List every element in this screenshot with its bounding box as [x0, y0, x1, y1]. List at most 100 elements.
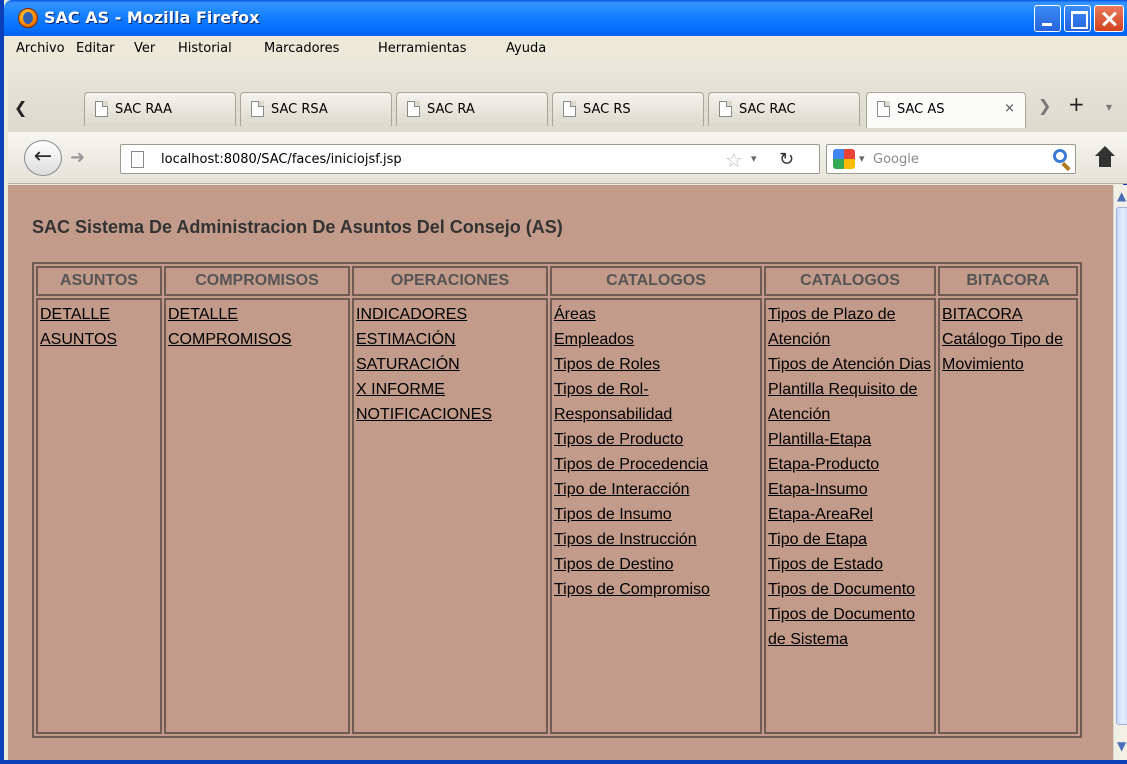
link-x-informe[interactable]: X INFORME: [356, 377, 544, 402]
link-tipos-de-rol-responsabilidad[interactable]: Tipos de Rol-Responsabilidad: [554, 377, 758, 427]
link-tipos-de-instruccion[interactable]: Tipos de Instrucción: [554, 527, 758, 552]
home-icon[interactable]: [1092, 146, 1118, 172]
vertical-scrollbar[interactable]: ▲ ▼: [1113, 185, 1127, 760]
link-etapa-arearel[interactable]: Etapa-AreaRel: [768, 502, 932, 527]
link-detalle-asuntos[interactable]: DETALLE ASUNTOS: [40, 302, 158, 352]
scrollbar-thumb[interactable]: [1116, 207, 1127, 725]
link-plantilla-etapa[interactable]: Plantilla-Etapa: [768, 427, 932, 452]
url-dropdown-icon[interactable]: ▾: [751, 152, 757, 165]
links-compromisos: DETALLE COMPROMISOS: [164, 298, 350, 734]
link-tipos-de-atencion-dias[interactable]: Tipos de Atención Dias: [768, 352, 932, 377]
header-bitacora: BITACORA: [938, 266, 1078, 296]
new-tab-icon[interactable]: +: [1068, 92, 1085, 116]
tab-list-icon[interactable]: ▾: [1106, 100, 1112, 114]
tab-strip: ❮ SAC RAA SAC RSA SAC RA SAC RS SAC RAC …: [8, 62, 1127, 132]
page-icon: [131, 151, 144, 168]
header-asuntos: ASUNTOS: [36, 266, 162, 296]
link-tipos-de-documento[interactable]: Tipos de Documento: [768, 577, 932, 602]
search-engine-dropdown-icon[interactable]: ▾: [859, 152, 865, 165]
tab-sac-rsa[interactable]: SAC RSA: [240, 92, 392, 126]
navigation-toolbar: ← ➜ localhost:8080/SAC/faces/iniciojsf.j…: [8, 132, 1127, 184]
link-empleados[interactable]: Empleados: [554, 327, 758, 352]
link-tipos-de-estado[interactable]: Tipos de Estado: [768, 552, 932, 577]
link-areas[interactable]: Áreas: [554, 302, 758, 327]
link-etapa-insumo[interactable]: Etapa-Insumo: [768, 477, 932, 502]
link-tipos-de-plazo-de-atencion[interactable]: Tipos de Plazo de Atención: [768, 302, 932, 352]
reload-icon[interactable]: ↻: [779, 149, 794, 170]
link-indicadores[interactable]: INDICADORES: [356, 302, 544, 327]
menu-ayuda[interactable]: Ayuda: [506, 41, 546, 56]
link-estimacion[interactable]: ESTIMACIÓN: [356, 327, 544, 352]
link-tipo-de-etapa[interactable]: Tipo de Etapa: [768, 527, 932, 552]
back-button[interactable]: ←: [24, 140, 62, 176]
bookmark-star-icon[interactable]: ☆: [725, 148, 743, 172]
links-asuntos: DETALLE ASUNTOS: [36, 298, 162, 734]
tab-label: SAC RAC: [739, 102, 796, 117]
address-bar[interactable]: localhost:8080/SAC/faces/iniciojsf.jsp ☆…: [120, 144, 820, 174]
link-tipos-de-documento-de-sistema[interactable]: Tipos de Documento de Sistema: [768, 602, 932, 652]
close-window-button[interactable]: [1094, 5, 1124, 32]
link-tipos-de-destino[interactable]: Tipos de Destino: [554, 552, 758, 577]
scroll-up-icon[interactable]: ▲: [1117, 189, 1126, 203]
link-catalogo-tipo-de-movimiento[interactable]: Catálogo Tipo de Movimiento: [942, 327, 1074, 377]
document-icon: [407, 101, 420, 117]
tab-label: SAC RAA: [115, 102, 173, 117]
document-icon: [719, 101, 732, 117]
menu-editar[interactable]: Editar: [76, 41, 115, 56]
search-box[interactable]: ▾ Google: [826, 144, 1076, 174]
link-etapa-producto[interactable]: Etapa-Producto: [768, 452, 932, 477]
forward-button[interactable]: ➜: [70, 147, 85, 168]
links-catalogos: Áreas Empleados Tipos de Roles Tipos de …: [550, 298, 762, 734]
tab-sac-raa[interactable]: SAC RAA: [84, 92, 236, 126]
document-icon: [251, 101, 264, 117]
links-operaciones: INDICADORES ESTIMACIÓN SATURACIÓN X INFO…: [352, 298, 548, 734]
document-icon: [95, 101, 108, 117]
browser-window: SAC AS - Mozilla Firefox Archivo Editar …: [0, 0, 1127, 764]
tab-sac-ra[interactable]: SAC RA: [396, 92, 548, 126]
link-tipo-de-interaccion[interactable]: Tipo de Interacción: [554, 477, 758, 502]
link-tipos-de-roles[interactable]: Tipos de Roles: [554, 352, 758, 377]
link-plantilla-requisito-de-atencion[interactable]: Plantilla Requisito de Atención: [768, 377, 932, 427]
scroll-down-icon[interactable]: ▼: [1117, 739, 1126, 753]
link-tipos-de-procedencia[interactable]: Tipos de Procedencia: [554, 452, 758, 477]
links-bitacora: BITACORA Catálogo Tipo de Movimiento: [938, 298, 1078, 734]
close-tab-icon[interactable]: ×: [1004, 101, 1015, 116]
menu-table: ASUNTOS COMPROMISOS OPERACIONES CATALOGO…: [32, 262, 1082, 738]
menu-historial[interactable]: Historial: [178, 41, 232, 56]
menu-ver[interactable]: Ver: [134, 41, 155, 56]
page-content: SAC Sistema De Administracion De Asuntos…: [8, 185, 1113, 760]
tab-scroll-left-icon[interactable]: ❮: [14, 98, 27, 117]
header-catalogos: CATALOGOS: [550, 266, 762, 296]
menu-header-row: ASUNTOS COMPROMISOS OPERACIONES CATALOGO…: [36, 266, 1078, 296]
link-saturacion[interactable]: SATURACIÓN: [356, 352, 544, 377]
search-icon[interactable]: [1053, 149, 1067, 163]
menu-marcadores[interactable]: Marcadores: [264, 41, 339, 56]
menu-herramientas[interactable]: Herramientas: [378, 41, 467, 56]
link-tipos-de-producto[interactable]: Tipos de Producto: [554, 427, 758, 452]
link-bitacora[interactable]: BITACORA: [942, 302, 1074, 327]
minimize-button[interactable]: [1034, 5, 1061, 32]
header-operaciones: OPERACIONES: [352, 266, 548, 296]
link-notificaciones[interactable]: NOTIFICACIONES: [356, 402, 544, 427]
firefox-icon: [18, 8, 38, 28]
document-icon: [877, 101, 890, 117]
maximize-button[interactable]: [1064, 5, 1091, 32]
menu-bar: Archivo Editar Ver Historial Marcadores …: [8, 36, 1127, 62]
tab-scroll-right-icon[interactable]: ❯: [1038, 96, 1051, 115]
link-detalle-compromisos[interactable]: DETALLE COMPROMISOS: [168, 302, 346, 352]
title-bar: SAC AS - Mozilla Firefox: [4, 0, 1127, 36]
links-catalogos-2: Tipos de Plazo de Atención Tipos de Aten…: [764, 298, 936, 734]
menu-archivo[interactable]: Archivo: [16, 41, 65, 56]
page-title: SAC Sistema De Administracion De Asuntos…: [32, 217, 563, 237]
tab-sac-rac[interactable]: SAC RAC: [708, 92, 860, 126]
header-catalogos-2: CATALOGOS: [764, 266, 936, 296]
url-text[interactable]: localhost:8080/SAC/faces/iniciojsf.jsp: [161, 152, 402, 167]
tab-sac-as[interactable]: SAC AS ×: [866, 92, 1026, 128]
tab-label: SAC RS: [583, 102, 631, 117]
search-placeholder[interactable]: Google: [873, 152, 919, 167]
link-tipos-de-compromiso[interactable]: Tipos de Compromiso: [554, 577, 758, 602]
google-icon[interactable]: [833, 149, 855, 169]
tab-label: SAC AS: [897, 102, 945, 117]
tab-sac-rs[interactable]: SAC RS: [552, 92, 704, 126]
link-tipos-de-insumo[interactable]: Tipos de Insumo: [554, 502, 758, 527]
